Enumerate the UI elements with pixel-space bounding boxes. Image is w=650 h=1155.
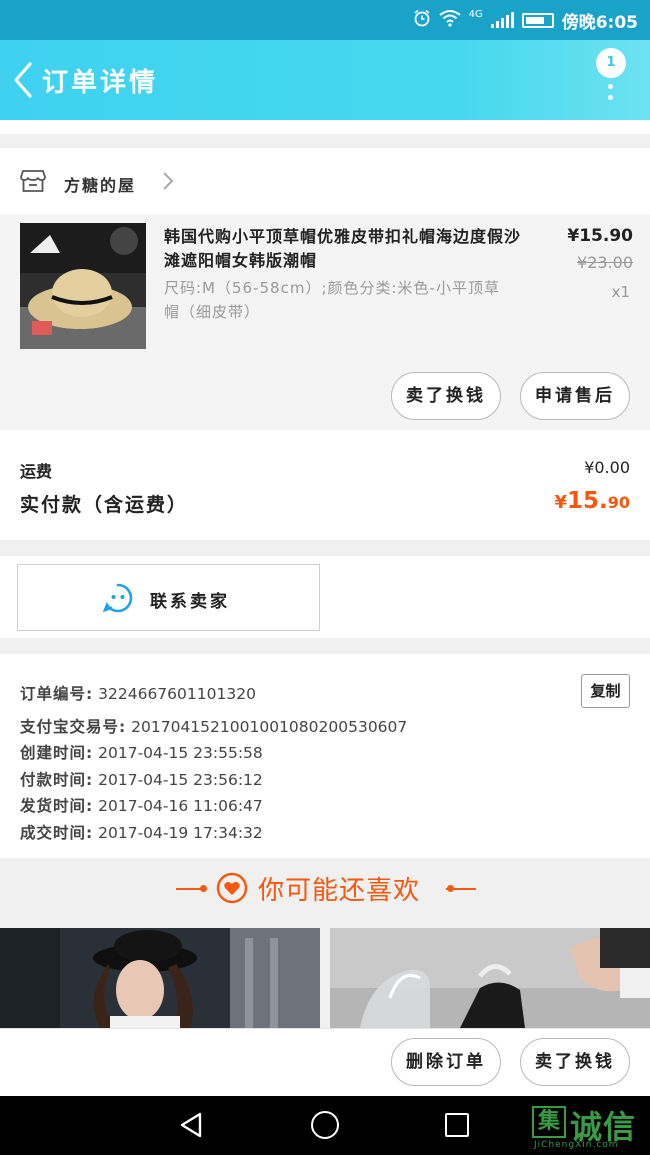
product-thumbnail[interactable] [20,223,146,349]
nav-recent-apps-icon[interactable] [445,1113,469,1137]
battery-icon [521,12,554,28]
product-quantity: x1 [611,283,630,301]
product-original-price: ¥23.00 [577,253,633,272]
system-nav-bar: 集 诚信 JiChengXin.com [0,1096,650,1155]
copy-order-number-button[interactable]: 复制 [581,674,630,708]
info-paid-time: 付款时间: 2017-04-15 23:56:12 [20,771,263,789]
paid-currency: ¥ [554,492,567,513]
order-info: 订单编号: 3224667601101320 支付宝交易号: 201704152… [0,654,650,858]
resell-button[interactable]: 卖了换钱 [391,372,501,420]
shipping-label: 运费 [20,462,53,481]
app-header: 订单详情 1 [0,40,650,120]
status-bar: 4G 傍晚6:05 [0,0,650,40]
paid-decimal: 90 [607,493,630,512]
watermark-mark: 集 [532,1106,566,1138]
shop-row[interactable]: 方糖的屋 [0,148,650,214]
paid-amount: ¥15.90 [554,488,630,514]
notification-badge: 1 [596,48,626,78]
heart-icon [216,872,248,904]
product-item[interactable]: 韩国代购小平顶草帽优雅皮带扣礼帽海边度假沙滩遮阳帽女韩版潮帽 尺码:M（56-5… [0,214,650,430]
info-shipped-time: 发货时间: 2017-04-16 11:06:47 [20,797,263,815]
product-spec: 尺码:M（56-58cm）;颜色分类:米色-小平顶草帽（细皮带） [164,279,500,321]
divider [446,888,476,890]
contact-seller-label: 联系卖家 [150,592,230,612]
recommend-item-image[interactable] [330,928,650,1028]
divider-dot [200,885,207,892]
chevron-right-icon [160,170,176,192]
alarm-icon [413,9,431,32]
info-order-number: 订单编号: 3224667601101320 [20,685,256,703]
network-type-label: 4G [468,8,483,20]
contact-section: 联系卖家 [0,556,650,638]
bottom-action-bar: 删除订单 卖了换钱 [0,1028,650,1096]
watermark-logo: 集 诚信 JiChengXin.com [532,1104,650,1150]
wifi-icon [438,9,461,32]
store-icon [20,169,46,193]
more-dots-icon [608,84,613,89]
chat-face-icon [102,582,134,614]
shop-name: 方糖的屋 [64,176,137,195]
paid-label: 实付款（含运费） [20,494,189,516]
shipping-value: ¥0.00 [584,458,630,477]
page-title: 订单详情 [42,68,159,98]
recommend-item-image[interactable] [0,928,320,1028]
signal-icon [490,12,514,28]
bottom-resell-button[interactable]: 卖了换钱 [520,1038,630,1086]
after-sales-button[interactable]: 申请售后 [520,372,630,420]
paid-integer: 15. [566,488,608,514]
recommend-title: 你可能还喜欢 [258,876,421,906]
more-menu-button[interactable]: 1 [596,48,626,104]
order-totals: 运费 ¥0.00 实付款（含运费） ¥15.90 [0,430,650,540]
info-completed-time: 成交时间: 2017-04-19 17:34:32 [20,824,263,842]
delete-order-button[interactable]: 删除订单 [391,1038,501,1086]
contact-seller-button[interactable]: 联系卖家 [17,564,320,631]
product-title[interactable]: 韩国代购小平顶草帽优雅皮带扣礼帽海边度假沙滩遮阳帽女韩版潮帽 [164,225,524,273]
header-spacer [0,120,650,134]
nav-back-icon[interactable] [178,1111,206,1139]
recommend-banner: 你可能还喜欢 [0,860,650,918]
back-chevron-icon[interactable] [8,60,38,100]
product-price: ¥15.90 [567,226,633,246]
watermark-url: JiChengXin.com [534,1140,619,1150]
nav-home-icon[interactable] [311,1111,339,1139]
info-created-time: 创建时间: 2017-04-15 23:55:58 [20,744,263,762]
clock-time: 傍晚6:05 [561,12,638,33]
info-alipay-number: 支付宝交易号: 2017041521001001080200530607 [20,718,408,736]
